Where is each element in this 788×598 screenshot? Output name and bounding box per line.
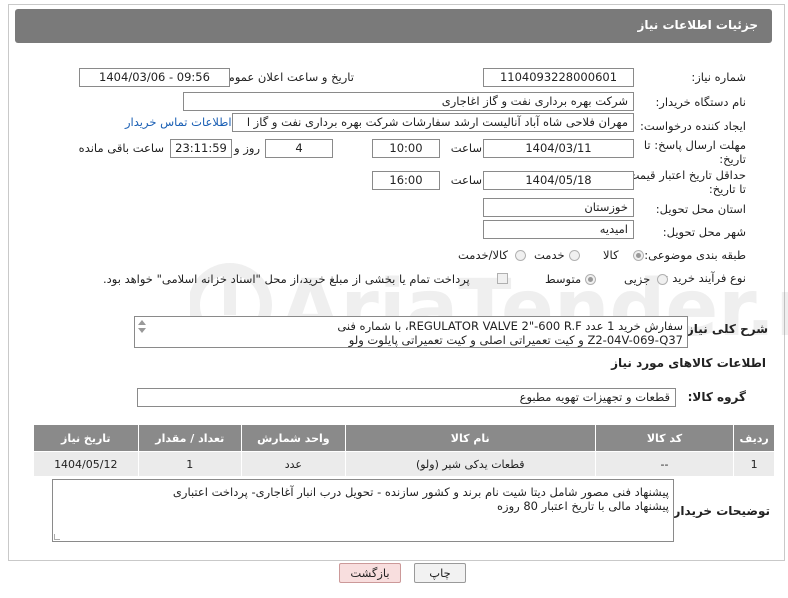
process-option-minor: جزیی (624, 272, 651, 286)
category-radio-goods-service[interactable] (515, 250, 526, 261)
treasury-payment-checkbox[interactable] (497, 273, 508, 284)
category-option-goods: کالا (603, 248, 619, 262)
price-validity-label: حداقل تاریخ اعتبار قیمت: (624, 168, 746, 182)
city-field: امیدیه (483, 220, 634, 239)
description-line-1: سفارش خرید 1 عدد REGULATOR VALVE 2"-600 … (337, 319, 683, 333)
buyer-notes-label: توضیحات خریدار: (668, 504, 770, 518)
category-radio-goods[interactable] (633, 250, 644, 261)
cell-quantity: 1 (137, 451, 242, 477)
reply-days-label: روز و (234, 141, 260, 155)
requester-label: ایجاد کننده درخواست: (640, 119, 746, 133)
province-field: خوزستان (483, 198, 634, 217)
resize-handle-icon[interactable] (54, 534, 60, 540)
city-label: شهر محل تحویل: (662, 225, 746, 239)
buyer-org-label: نام دستگاه خریدار: (655, 95, 746, 109)
description-line-2: Z2-04V-069-Q37 و کیت تعمیراتی اصلی و کیت… (348, 333, 683, 347)
description-box[interactable]: سفارش خرید 1 عدد REGULATOR VALVE 2"-600 … (134, 316, 688, 348)
reply-deadline-label-2: تاریخ: (719, 152, 746, 166)
table-row: 1404/05/12 1 عدد قطعات یدکی شیر (ولو) --… (33, 451, 775, 477)
need-number-label: شماره نیاز: (691, 70, 746, 84)
need-number-field: 1104093228000601 (483, 68, 634, 87)
cell-item-code: -- (594, 451, 735, 477)
price-validity-label-2: تا تاریخ: (708, 182, 746, 196)
buyer-notes-line-2: پیشنهاد مالی با تاریخ اعتبار 80 روزه (497, 499, 669, 513)
goods-group-label: گروه کالا: (687, 390, 746, 404)
print-button[interactable]: چاپ (414, 563, 466, 583)
province-label: استان محل تحویل: (655, 202, 746, 216)
process-option-medium: متوسط (545, 272, 582, 286)
buyer-notes-box[interactable]: پیشنهاد فنی مصور شامل دیتا شیت نام برند … (52, 479, 674, 542)
process-type-label: نوع فرآیند خرید : (664, 271, 746, 285)
remaining-time-label: ساعت باقی مانده (78, 141, 164, 155)
reply-time-field: 10:00 (372, 139, 440, 158)
buyer-notes-line-1: پیشنهاد فنی مصور شامل دیتا شیت نام برند … (172, 485, 669, 499)
announce-datetime-field: 1404/03/06 - 09:56 (79, 68, 230, 87)
reply-date-field: 1404/03/11 (483, 139, 634, 158)
col-row-number: ردیف (733, 424, 775, 452)
price-validity-date-field: 1404/05/18 (483, 171, 634, 190)
process-radio-medium[interactable] (585, 274, 596, 285)
cell-need-date: 1404/05/12 (33, 451, 139, 477)
goods-group-field: قطعات و تجهیزات تهویه مطبوع (137, 388, 676, 407)
buyer-contact-link[interactable]: اطلاعات تماس خریدار (125, 115, 232, 129)
reply-days-field: 4 (265, 139, 333, 158)
goods-table: تاریخ نیاز تعداد / مقدار واحد شمارش نام … (33, 424, 775, 477)
buyer-org-field: شرکت بهره برداری نفت و گاز اغاجاری (183, 92, 634, 111)
back-button[interactable]: بازگشت (339, 563, 401, 583)
col-unit: واحد شمارش (240, 424, 346, 452)
requester-field: مهران فلاحی شاه آباد آنالیست ارشد سفارشا… (232, 113, 634, 132)
col-item-name: نام کالا (344, 424, 596, 452)
category-option-service: خدمت (534, 248, 565, 262)
cell-row-number: 1 (733, 451, 775, 477)
treasury-payment-note: پرداخت تمام یا بخشی از مبلغ خرید،از محل … (103, 272, 470, 286)
description-label: شرح کلی نیاز: (682, 322, 768, 336)
price-validity-time-field: 16:00 (372, 171, 440, 190)
price-validity-time-label: ساعت (450, 173, 482, 187)
page-title: جزئیات اطلاعات نیاز (637, 18, 758, 32)
remaining-time-field: 23:11:59 (170, 139, 232, 158)
cell-unit: عدد (240, 451, 346, 477)
cell-item-name: قطعات یدکی شیر (ولو) (344, 451, 596, 477)
col-item-code: کد کالا (594, 424, 735, 452)
announce-datetime-label: تاریخ و ساعت اعلان عمومی: (215, 70, 354, 84)
category-option-goods-service: کالا/خدمت (458, 248, 509, 262)
category-radio-service[interactable] (569, 250, 580, 261)
category-label: طبقه بندی موضوعی: (644, 248, 746, 262)
col-quantity: تعداد / مقدار (137, 424, 242, 452)
header-bar: جزئیات اطلاعات نیاز (15, 9, 772, 43)
reply-time-label: ساعت (450, 141, 482, 155)
process-radio-minor[interactable] (657, 274, 668, 285)
col-need-date: تاریخ نیاز (33, 424, 139, 452)
table-header-row: تاریخ نیاز تعداد / مقدار واحد شمارش نام … (33, 424, 775, 452)
goods-section-title: اطلاعات کالاهای مورد نیاز (611, 356, 766, 370)
description-scrollbar[interactable] (137, 319, 147, 345)
reply-deadline-label: مهلت ارسال پاسخ: تا (643, 138, 746, 152)
